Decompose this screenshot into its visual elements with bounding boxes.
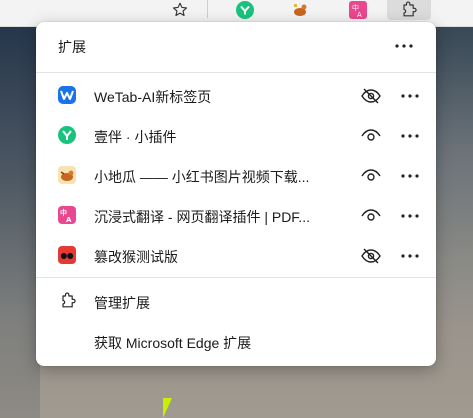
header-more-options-icon[interactable]: [391, 33, 417, 59]
extension-row-yiban[interactable]: 壹伴 · 小插件: [36, 115, 436, 155]
extensions-popup-title: 扩展: [58, 39, 86, 55]
toolbar-yiban-icon[interactable]: [230, 0, 260, 20]
svg-text:A: A: [357, 11, 362, 19]
extension-name: 篡改猴测试版: [94, 249, 178, 265]
extension-name: WeTab-AI新标签页: [94, 89, 212, 105]
row-more-options-icon[interactable]: [397, 163, 423, 189]
eye-visible-icon[interactable]: [358, 203, 384, 229]
manage-extensions-button[interactable]: 管理扩展: [36, 281, 436, 321]
favorite-star-icon[interactable]: [165, 0, 195, 20]
toolbar-immersive-translate-icon[interactable]: 中A: [343, 0, 373, 20]
get-edge-extensions-label: 获取 Microsoft Edge 扩展: [94, 335, 252, 351]
tampermonkey-icon: [58, 246, 76, 264]
immersive-translate-icon: 中A: [58, 206, 76, 224]
eye-hidden-icon[interactable]: [358, 83, 384, 109]
toolbar-divider: [207, 0, 208, 18]
extension-name: 小地瓜 —— 小红书图片视频下载...: [94, 169, 310, 185]
extensions-popup: 扩展 WeTab-AI新标签页 壹伴 · 小插件 小地瓜 —— 小红书图片视频下…: [36, 22, 436, 366]
extension-row-xiaodigua[interactable]: 小地瓜 —— 小红书图片视频下载...: [36, 155, 436, 195]
extension-name: 壹伴 · 小插件: [94, 129, 177, 145]
divider: [36, 72, 436, 73]
eye-hidden-icon[interactable]: [358, 243, 384, 269]
row-more-options-icon[interactable]: [397, 123, 423, 149]
yiban-icon: [58, 126, 76, 144]
eye-visible-icon[interactable]: [358, 163, 384, 189]
background-left-strip: [0, 20, 40, 418]
puzzle-icon: [58, 291, 78, 311]
wetab-icon: [58, 86, 76, 104]
row-more-options-icon[interactable]: [397, 83, 423, 109]
svg-text:A: A: [66, 216, 72, 223]
toolbar-xiaodigua-icon[interactable]: [285, 0, 315, 20]
eye-visible-icon[interactable]: [358, 123, 384, 149]
extensions-puzzle-icon[interactable]: [387, 0, 431, 20]
extension-row-wetab[interactable]: WeTab-AI新标签页: [36, 75, 436, 115]
extensions-popup-header: 扩展: [36, 22, 436, 70]
mouse-cursor: [163, 398, 172, 418]
divider: [36, 277, 436, 278]
xiaodigua-icon: [58, 166, 76, 184]
row-more-options-icon[interactable]: [397, 243, 423, 269]
row-more-options-icon[interactable]: [397, 203, 423, 229]
extension-row-tampermonkey[interactable]: 篡改猴测试版: [36, 235, 436, 275]
manage-extensions-label: 管理扩展: [94, 295, 150, 311]
get-edge-extensions-link[interactable]: 获取 Microsoft Edge 扩展: [36, 321, 436, 361]
extension-name: 沉浸式翻译 - 网页翻译插件 | PDF...: [94, 209, 310, 225]
extension-row-immersive-translate[interactable]: 中A 沉浸式翻译 - 网页翻译插件 | PDF...: [36, 195, 436, 235]
